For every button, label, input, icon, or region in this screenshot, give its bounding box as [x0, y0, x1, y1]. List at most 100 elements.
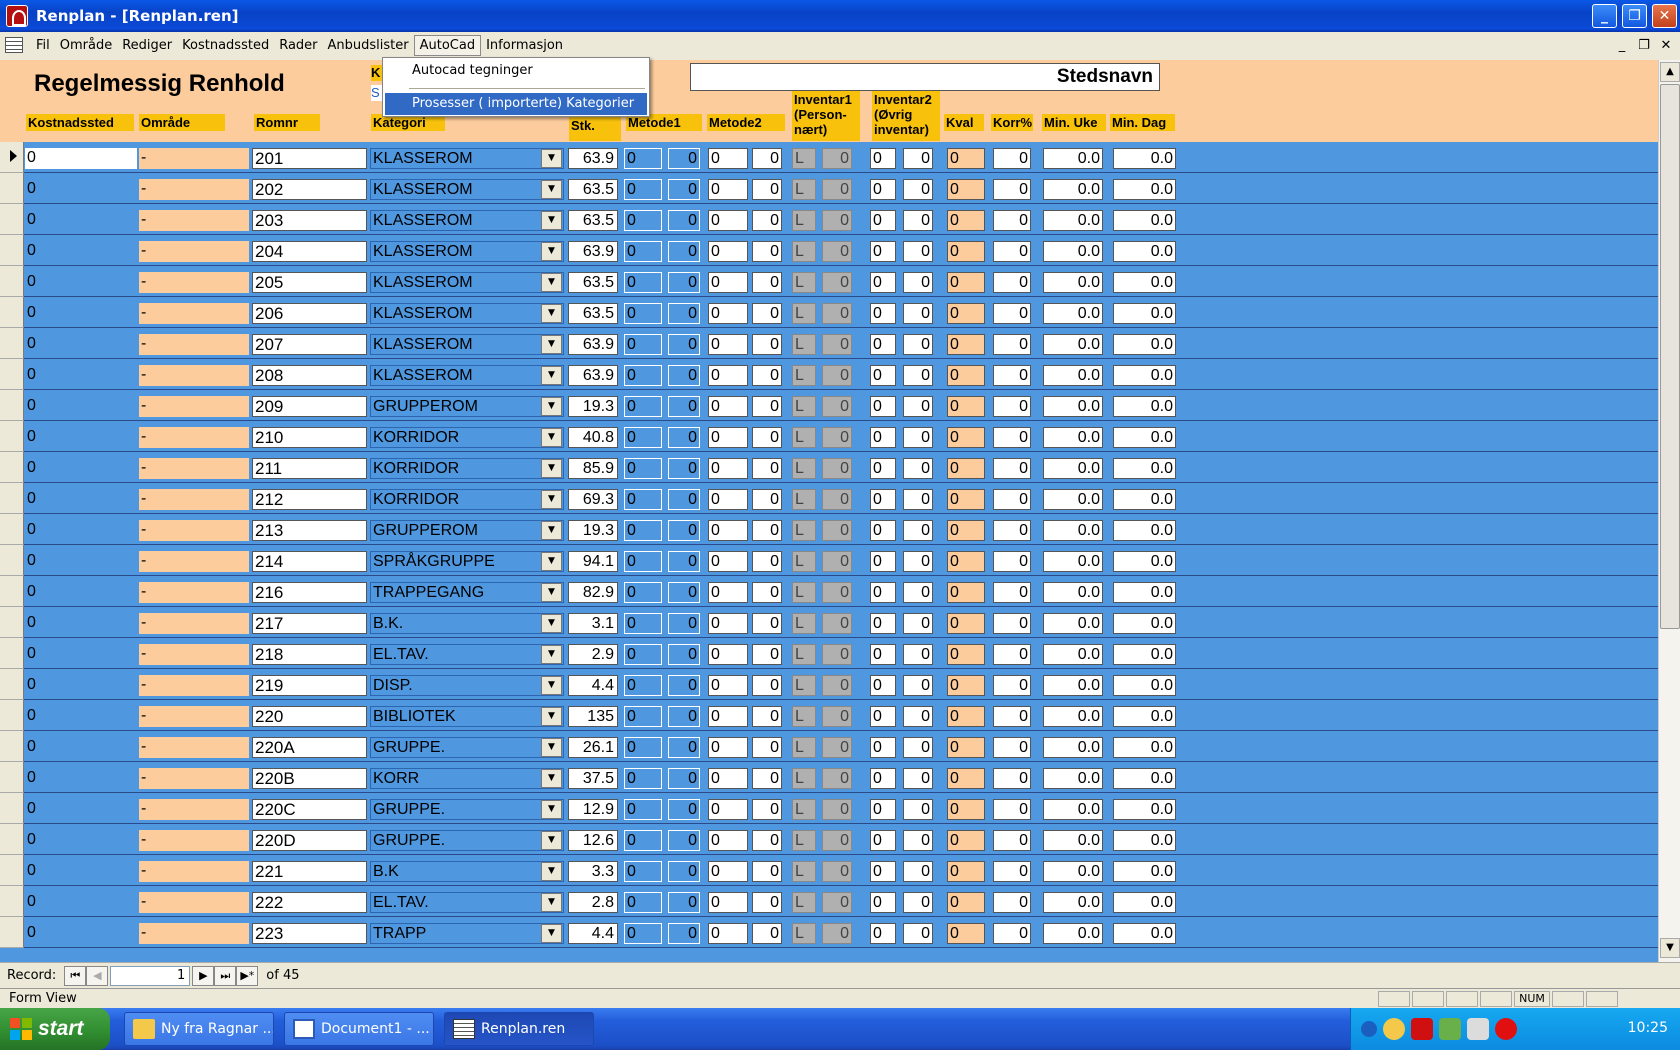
kval-field[interactable]: 0	[947, 365, 985, 386]
romnr-field[interactable]: 220	[252, 706, 367, 727]
alert-icon[interactable]	[1495, 1018, 1517, 1040]
menu-fil[interactable]: Fil	[31, 36, 55, 55]
inventar2-code-field[interactable]: 0	[870, 799, 896, 820]
stk-field[interactable]: 19.3	[568, 396, 618, 417]
omrade-field[interactable]: -	[139, 737, 249, 758]
metode1-code-field[interactable]: 0	[624, 644, 662, 665]
stk-field[interactable]: 135	[568, 706, 618, 727]
kategori-combobox[interactable]: EL.TAV.	[370, 892, 564, 913]
menu-rader[interactable]: Rader	[274, 36, 322, 55]
min-dag-field[interactable]: 0.0	[1113, 737, 1176, 758]
korr-field[interactable]: 0	[993, 613, 1031, 634]
menu-kostnadssted[interactable]: Kostnadssted	[177, 36, 274, 55]
next-record-icon[interactable]: ▶	[192, 965, 215, 986]
metode2-value-field[interactable]: 0	[752, 830, 782, 851]
kategori-combobox[interactable]: B.K.	[370, 613, 564, 634]
inventar2-code-field[interactable]: 0	[870, 923, 896, 944]
romnr-field[interactable]: 204	[252, 241, 367, 262]
stk-field[interactable]: 37.5	[568, 768, 618, 789]
metode2-code-field[interactable]: 0	[708, 272, 748, 293]
metode2-value-field[interactable]: 0	[752, 861, 782, 882]
kval-field[interactable]: 0	[947, 644, 985, 665]
romnr-field[interactable]: 220A	[252, 737, 367, 758]
omrade-field[interactable]: -	[139, 613, 249, 634]
metode2-code-field[interactable]: 0	[708, 458, 748, 479]
kategori-dropdown-icon[interactable]: ▼	[541, 583, 562, 602]
romnr-field[interactable]: 206	[252, 303, 367, 324]
table-row[interactable]: 0-202 KLASSEROM ▼ 63.5 0 0 0 0 L 0 0 0 0 0 0.0 0.0	[0, 173, 1658, 204]
inventar2-value-field[interactable]: 0	[903, 613, 933, 634]
inventar2-value-field[interactable]: 0	[903, 923, 933, 944]
safely-remove-icon[interactable]	[1467, 1018, 1489, 1040]
inventar2-value-field[interactable]: 0	[903, 210, 933, 231]
record-selector[interactable]	[0, 669, 24, 700]
kategori-dropdown-icon[interactable]: ▼	[541, 769, 562, 788]
min-dag-field[interactable]: 0.0	[1113, 489, 1176, 510]
omrade-field[interactable]: -	[139, 210, 249, 231]
metode1-value-field[interactable]: 0	[668, 861, 700, 882]
min-dag-field[interactable]: 0.0	[1113, 613, 1176, 634]
kostnadssted-field[interactable]: 0	[25, 179, 137, 200]
metode2-code-field[interactable]: 0	[708, 613, 748, 634]
kategori-dropdown-icon[interactable]: ▼	[541, 428, 562, 447]
inventar2-code-field[interactable]: 0	[870, 861, 896, 882]
inventar2-value-field[interactable]: 0	[903, 582, 933, 603]
inventar2-code-field[interactable]: 0	[870, 179, 896, 200]
korr-field[interactable]: 0	[993, 272, 1031, 293]
inventar2-code-field[interactable]: 0	[870, 830, 896, 851]
min-dag-field[interactable]: 0.0	[1113, 830, 1176, 851]
kostnadssted-field[interactable]: 0	[25, 613, 137, 634]
inventar2-value-field[interactable]: 0	[903, 892, 933, 913]
romnr-field[interactable]: 212	[252, 489, 367, 510]
korr-field[interactable]: 0	[993, 489, 1031, 510]
metode2-value-field[interactable]: 0	[752, 644, 782, 665]
stk-field[interactable]: 63.5	[568, 272, 618, 293]
metode1-value-field[interactable]: 0	[668, 706, 700, 727]
kategori-combobox[interactable]: KLASSEROM	[370, 241, 564, 262]
record-selector[interactable]	[0, 793, 24, 824]
stk-field[interactable]: 3.1	[568, 613, 618, 634]
min-uke-field[interactable]: 0.0	[1043, 334, 1103, 355]
metode2-value-field[interactable]: 0	[752, 737, 782, 758]
kostnadssted-field[interactable]: 0	[25, 551, 137, 572]
inventar2-value-field[interactable]: 0	[903, 737, 933, 758]
min-uke-field[interactable]: 0.0	[1043, 241, 1103, 262]
kostnadssted-field[interactable]: 0	[25, 148, 137, 169]
metode1-value-field[interactable]: 0	[668, 427, 700, 448]
record-selector[interactable]	[0, 390, 24, 421]
inventar2-code-field[interactable]: 0	[870, 489, 896, 510]
kostnadssted-field[interactable]: 0	[25, 644, 137, 665]
min-dag-field[interactable]: 0.0	[1113, 458, 1176, 479]
metode1-value-field[interactable]: 0	[668, 675, 700, 696]
kval-field[interactable]: 0	[947, 396, 985, 417]
min-uke-field[interactable]: 0.0	[1043, 179, 1103, 200]
min-uke-field[interactable]: 0.0	[1043, 892, 1103, 913]
min-dag-field[interactable]: 0.0	[1113, 241, 1176, 262]
table-row[interactable]: 0-223 TRAPP ▼ 4.4 0 0 0 0 L 0 0 0 0 0 0.0 0.0	[0, 917, 1658, 948]
taskbar-item-renplan[interactable]: Renplan.ren	[444, 1012, 594, 1046]
min-uke-field[interactable]: 0.0	[1043, 861, 1103, 882]
metode1-code-field[interactable]: 0	[624, 799, 662, 820]
new-record-icon[interactable]: ▶*	[236, 965, 259, 986]
metode1-code-field[interactable]: 0	[624, 179, 662, 200]
omrade-field[interactable]: -	[139, 830, 249, 851]
min-uke-field[interactable]: 0.0	[1043, 458, 1103, 479]
inventar2-value-field[interactable]: 0	[903, 799, 933, 820]
metode1-value-field[interactable]: 0	[668, 303, 700, 324]
kategori-combobox[interactable]: KLASSEROM	[370, 303, 564, 324]
inventar2-value-field[interactable]: 0	[903, 489, 933, 510]
metode2-value-field[interactable]: 0	[752, 768, 782, 789]
form-document-icon[interactable]	[5, 37, 23, 53]
kval-field[interactable]: 0	[947, 613, 985, 634]
inventar2-code-field[interactable]: 0	[870, 303, 896, 324]
metode1-code-field[interactable]: 0	[624, 892, 662, 913]
table-row[interactable]: 0-205 KLASSEROM ▼ 63.5 0 0 0 0 L 0 0 0 0 0 0.0 0.0	[0, 266, 1658, 297]
table-row[interactable]: 0-210 KORRIDOR ▼ 40.8 0 0 0 0 L 0 0 0 0 0 0.0 0.0	[0, 421, 1658, 452]
romnr-field[interactable]: 216	[252, 582, 367, 603]
kostnadssted-field[interactable]: 0	[25, 334, 137, 355]
kategori-combobox[interactable]: KORRIDOR	[370, 489, 564, 510]
kostnadssted-field[interactable]: 0	[25, 799, 137, 820]
inventar2-code-field[interactable]: 0	[870, 396, 896, 417]
kategori-dropdown-icon[interactable]: ▼	[541, 459, 562, 478]
inventar2-code-field[interactable]: 0	[870, 210, 896, 231]
